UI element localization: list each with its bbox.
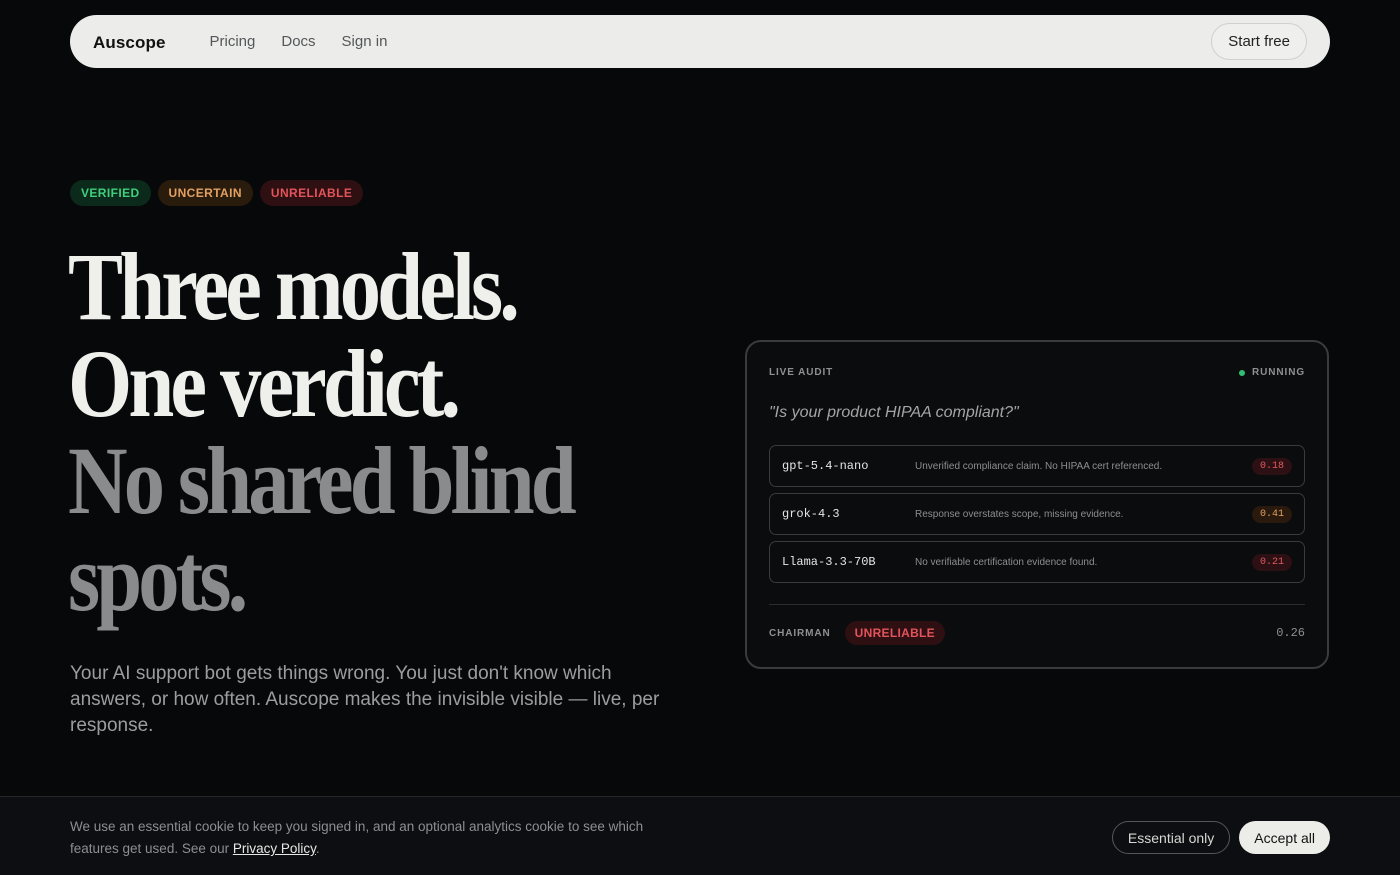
verdict-badges: VERIFIED UNCERTAIN UNRELIABLE <box>70 180 364 206</box>
headline-line-2: One verdict. <box>68 330 461 437</box>
model-row: grok-4.3 Response overstates scope, miss… <box>769 493 1305 535</box>
nav-link-pricing[interactable]: Pricing <box>210 33 256 50</box>
model-score-badge: 0.18 <box>1251 457 1292 475</box>
cookie-text: We use an essential cookie to keep you s… <box>70 819 644 856</box>
status-dot-icon <box>1239 369 1246 376</box>
card-divider <box>769 604 1305 605</box>
verdict-pill-unreliable: UNRELIABLE <box>844 621 945 645</box>
audit-card-header: LIVE AUDIT RUNNING <box>769 367 1305 378</box>
cookie-suffix: . <box>315 841 320 856</box>
cookie-banner: We use an essential cookie to keep you s… <box>0 796 1400 875</box>
accept-all-button[interactable]: Accept all <box>1239 821 1330 854</box>
model-name: gpt-5.4-nano <box>782 459 869 473</box>
hero-subcopy: Your AI support bot gets things wrong. Y… <box>70 663 660 736</box>
chairman-verdict: CHAIRMAN UNRELIABLE 0.26 <box>769 621 1305 645</box>
start-free-button[interactable]: Start free <box>1211 23 1307 60</box>
model-note: Unverified compliance claim. No HIPAA ce… <box>915 460 1163 472</box>
live-audit-label: LIVE AUDIT <box>769 367 834 378</box>
chairman-label: CHAIRMAN <box>769 627 831 639</box>
model-note: No verifiable certification evidence fou… <box>915 556 1098 568</box>
model-row: gpt-5.4-nano Unverified compliance claim… <box>769 445 1305 487</box>
audit-question: "Is your product HIPAA compliant?" <box>769 404 1019 421</box>
model-name: Llama-3.3-70B <box>782 555 876 569</box>
running-label: RUNNING <box>1252 367 1305 378</box>
headline-line-3: No shared blind <box>68 427 577 534</box>
live-audit-card: LIVE AUDIT RUNNING "Is your product HIPA… <box>745 340 1329 669</box>
badge-verified: VERIFIED <box>70 180 151 206</box>
model-score-badge: 0.21 <box>1251 553 1292 571</box>
final-score: 0.26 <box>1276 626 1305 640</box>
nav-link-sign-in[interactable]: Sign in <box>342 33 388 50</box>
model-row: Llama-3.3-70B No verifiable certificatio… <box>769 541 1305 583</box>
model-score-badge: 0.41 <box>1251 505 1292 523</box>
running-status: RUNNING <box>1239 367 1305 378</box>
badge-unreliable: UNRELIABLE <box>259 180 364 206</box>
headline-line-1: Three models. <box>68 233 520 340</box>
badge-uncertain: UNCERTAIN <box>157 180 253 206</box>
privacy-policy-link[interactable]: Privacy Policy <box>233 841 316 856</box>
cookie-actions: Essential only Accept all <box>1111 821 1330 854</box>
hero-headline: Three models. One verdict. No shared bli… <box>68 238 670 626</box>
headline-line-4: spots. <box>68 524 248 631</box>
cookie-message: We use an essential cookie to keep you s… <box>70 816 670 860</box>
essential-only-button[interactable]: Essential only <box>1111 821 1231 854</box>
model-note: Response overstates scope, missing evide… <box>915 508 1124 520</box>
brand-logo[interactable]: Auscope <box>93 33 166 53</box>
nav-link-docs[interactable]: Docs <box>281 33 315 50</box>
top-nav: Auscope Pricing Docs Sign in Start free <box>70 15 1330 68</box>
model-name: grok-4.3 <box>782 507 840 521</box>
model-results: gpt-5.4-nano Unverified compliance claim… <box>769 445 1305 589</box>
